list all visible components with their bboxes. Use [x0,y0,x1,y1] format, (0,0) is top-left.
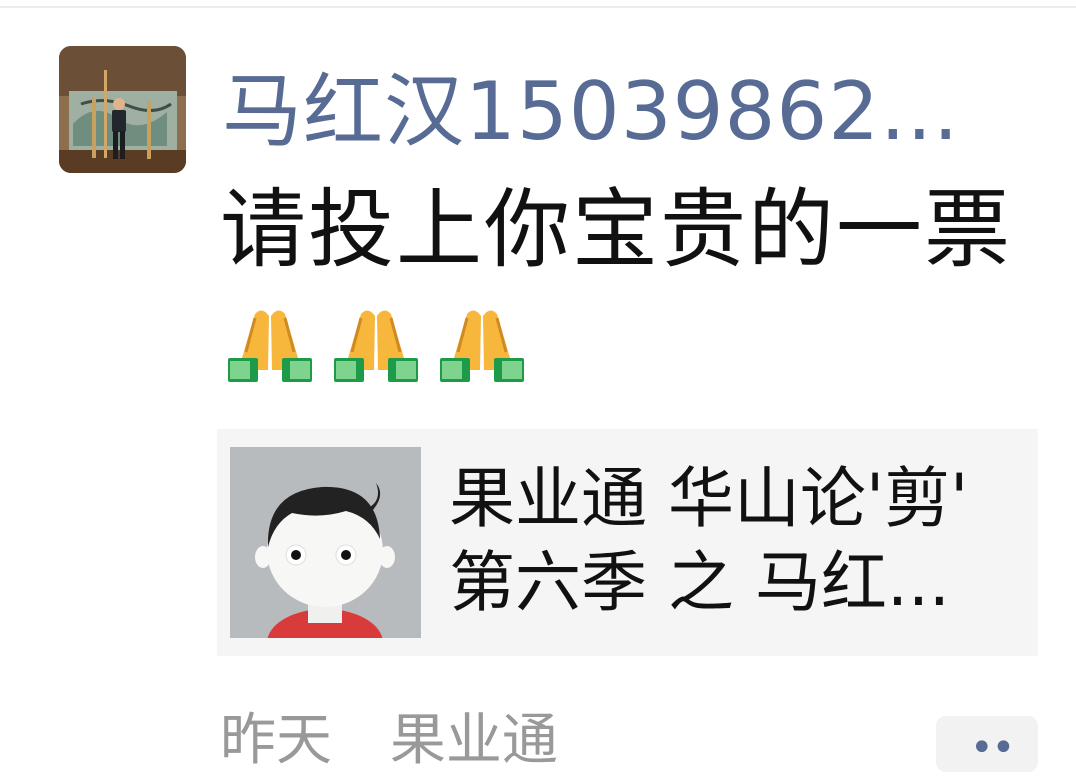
folded-hands-emoji [440,310,524,382]
default-avatar-icon [230,447,421,638]
author-name-link[interactable]: 马红汉15039862... [222,64,959,160]
more-dots-icon: •• [970,725,1015,771]
post-time: 昨天 [220,708,332,773]
top-divider [0,6,1076,8]
emoji-row [222,296,530,392]
author-avatar[interactable] [59,46,186,173]
link-card-title: 果业通 华山论'剪' 第六季 之 马红... [449,460,969,621]
folded-hands-emoji [334,310,418,382]
more-actions-button[interactable]: •• [936,716,1038,772]
folded-hands-emoji [228,310,312,382]
post-meta: 昨天 果业通 [220,706,558,776]
post-text: 请投上你宝贵的一票 [220,180,1012,280]
shared-link-card[interactable]: 果业通 华山论'剪' 第六季 之 马红... [217,429,1038,656]
post-source[interactable]: 果业通 [390,708,558,773]
link-thumbnail [230,447,421,638]
avatar-photo [59,46,186,173]
